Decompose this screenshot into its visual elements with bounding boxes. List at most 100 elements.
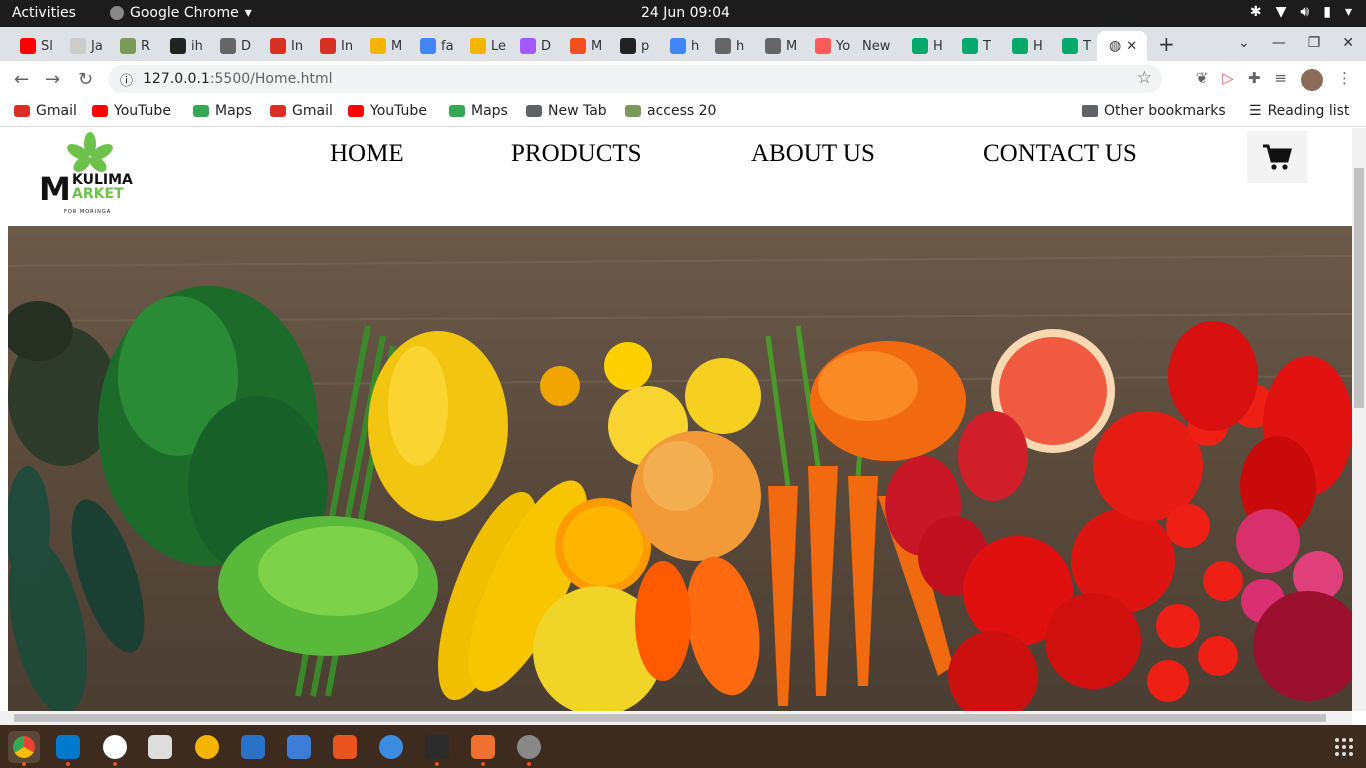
tab-title: Le bbox=[491, 38, 507, 54]
browser-tab[interactable]: D bbox=[508, 31, 551, 61]
software-center-dock-icon[interactable] bbox=[333, 735, 357, 759]
browser-tab[interactable]: fa bbox=[408, 31, 454, 61]
tab-favicon-icon bbox=[715, 38, 731, 54]
bookmark-item[interactable]: Gmail bbox=[270, 103, 333, 119]
tab-favicon-icon bbox=[120, 38, 136, 54]
tab-title: h bbox=[691, 38, 700, 54]
tab-favicon-icon bbox=[470, 38, 486, 54]
address-bar[interactable]: ⓘ 127.0.0.1:5500/Home.html ☆ bbox=[108, 65, 1162, 93]
vscode-dock-icon[interactable] bbox=[56, 735, 80, 759]
browser-tab[interactable]: Ja bbox=[58, 31, 103, 61]
browser-tab[interactable]: New bbox=[850, 31, 890, 61]
browser-tab[interactable]: h bbox=[703, 31, 744, 61]
info-icon[interactable]: ⓘ bbox=[120, 70, 133, 89]
browser-toolbar: ← → ↻ ⓘ 127.0.0.1:5500/Home.html ☆ ❦ ▷ ✚… bbox=[0, 61, 1366, 97]
browser-tab[interactable]: In bbox=[308, 31, 353, 61]
system-top-bar: Activities Google Chrome ▾ 24 Jun 09:04 … bbox=[0, 0, 1366, 27]
bookmark-favicon-icon bbox=[625, 105, 641, 117]
app-menu[interactable]: Google Chrome ▾ bbox=[110, 5, 252, 21]
bookmark-item[interactable]: Maps bbox=[193, 103, 252, 119]
profile-avatar[interactable] bbox=[1301, 69, 1323, 91]
nav-about-us[interactable]: ABOUT US bbox=[751, 140, 875, 168]
tab-active[interactable]: ◍ ✕ bbox=[1097, 31, 1147, 61]
browser-tab[interactable]: M bbox=[358, 31, 402, 61]
rhythmbox-dock-icon[interactable] bbox=[195, 735, 219, 759]
browser-tab[interactable]: T bbox=[950, 31, 991, 61]
slack-dock-icon[interactable] bbox=[103, 735, 127, 759]
back-button[interactable]: ← bbox=[14, 69, 29, 90]
browser-tab[interactable]: R bbox=[108, 31, 150, 61]
browser-tab[interactable]: ih bbox=[158, 31, 203, 61]
browser-tab[interactable]: D bbox=[208, 31, 251, 61]
reload-button[interactable]: ↻ bbox=[78, 69, 93, 90]
thunderbird-dock-icon[interactable] bbox=[241, 735, 265, 759]
browser-tab[interactable]: T bbox=[1050, 31, 1091, 61]
close-window-button[interactable]: ✕ bbox=[1342, 35, 1354, 51]
extensions-puzzle-icon[interactable]: ✚ bbox=[1248, 69, 1261, 91]
bookmark-item[interactable]: Maps bbox=[449, 103, 508, 119]
extension-leaf-icon[interactable]: ❦ bbox=[1196, 69, 1209, 91]
disk-utility-dock-icon[interactable] bbox=[517, 735, 541, 759]
browser-tab[interactable]: M bbox=[558, 31, 602, 61]
vertical-scrollbar[interactable] bbox=[1352, 128, 1366, 711]
system-tray[interactable]: ✱ ▼ 🔊︎ ▮ ▾ bbox=[1250, 4, 1352, 20]
media-control-icon[interactable]: ≡ bbox=[1274, 69, 1287, 91]
tab-title: fa bbox=[441, 38, 454, 54]
nav-products[interactable]: PRODUCTS bbox=[511, 140, 642, 168]
chevron-down-icon: ▾ bbox=[244, 5, 252, 21]
browser-tab[interactable]: h bbox=[658, 31, 699, 61]
browser-tab[interactable]: In bbox=[258, 31, 303, 61]
show-apps-icon[interactable] bbox=[1332, 735, 1356, 759]
tab-search-icon[interactable]: ⌄ bbox=[1238, 35, 1250, 51]
bookmark-item[interactable]: New Tab bbox=[526, 103, 607, 119]
browser-tab[interactable]: H bbox=[900, 31, 943, 61]
tab-favicon-icon bbox=[270, 38, 286, 54]
clock[interactable]: 24 Jun 09:04 bbox=[641, 5, 730, 21]
extension-video-icon[interactable]: ▷ bbox=[1222, 69, 1234, 91]
browser-tab[interactable]: Le bbox=[458, 31, 506, 61]
horizontal-scrollbar[interactable] bbox=[0, 711, 1352, 725]
bookmark-item[interactable]: YouTube bbox=[348, 103, 427, 119]
chevron-down-icon: ▾ bbox=[1344, 4, 1352, 20]
chrome-dock-icon[interactable] bbox=[8, 731, 40, 763]
browser-tab[interactable]: H bbox=[1000, 31, 1043, 61]
help-dock-icon[interactable] bbox=[379, 735, 403, 759]
browser-tab[interactable]: Sl bbox=[8, 31, 53, 61]
minimize-button[interactable]: — bbox=[1272, 35, 1286, 51]
new-tab-button[interactable]: + bbox=[1158, 32, 1175, 56]
bookmark-item[interactable]: YouTube bbox=[92, 103, 171, 119]
running-indicator bbox=[527, 762, 531, 766]
bookmark-star-icon[interactable]: ☆ bbox=[1137, 68, 1152, 88]
files-dock-icon[interactable] bbox=[148, 735, 172, 759]
url-host: 127.0.0.1 bbox=[143, 71, 210, 87]
logo-line2: ARKET bbox=[72, 186, 124, 202]
vertical-scroll-thumb[interactable] bbox=[1354, 168, 1364, 408]
text-editor-dock-icon[interactable] bbox=[471, 735, 495, 759]
menu-kebab-icon[interactable]: ⋮ bbox=[1337, 69, 1352, 91]
site-logo[interactable]: M KULIMA ARKET FOR MORINGA bbox=[38, 130, 138, 218]
terminal-dock-icon[interactable] bbox=[425, 735, 449, 759]
bookmark-item[interactable]: Gmail bbox=[14, 103, 77, 119]
url-path: :5500/Home.html bbox=[209, 71, 333, 87]
tab-title: T bbox=[983, 38, 991, 54]
bookmark-label: Maps bbox=[215, 103, 252, 119]
running-indicator bbox=[481, 762, 485, 766]
nav-home[interactable]: HOME bbox=[330, 140, 404, 168]
browser-tab[interactable]: p bbox=[608, 31, 649, 61]
other-bookmarks[interactable]: Other bookmarks bbox=[1082, 103, 1226, 119]
bookmark-label: Gmail bbox=[36, 103, 77, 119]
reading-list[interactable]: ☰ Reading list bbox=[1249, 103, 1349, 119]
other-bookmarks-label: Other bookmarks bbox=[1104, 103, 1226, 119]
horizontal-scroll-thumb[interactable] bbox=[14, 714, 1326, 722]
bookmark-item[interactable]: access 20 bbox=[625, 103, 716, 119]
cart-button[interactable] bbox=[1247, 131, 1307, 183]
writer-dock-icon[interactable] bbox=[287, 735, 311, 759]
tab-favicon-icon bbox=[370, 38, 386, 54]
forward-button[interactable]: → bbox=[45, 69, 60, 90]
activities-button[interactable]: Activities bbox=[12, 5, 76, 21]
browser-tab[interactable]: Yo bbox=[803, 31, 850, 61]
restore-button[interactable]: ❐ bbox=[1308, 35, 1321, 51]
close-icon[interactable]: ✕ bbox=[1126, 39, 1137, 54]
browser-tab[interactable]: M bbox=[753, 31, 797, 61]
nav-contact-us[interactable]: CONTACT US bbox=[983, 140, 1137, 168]
